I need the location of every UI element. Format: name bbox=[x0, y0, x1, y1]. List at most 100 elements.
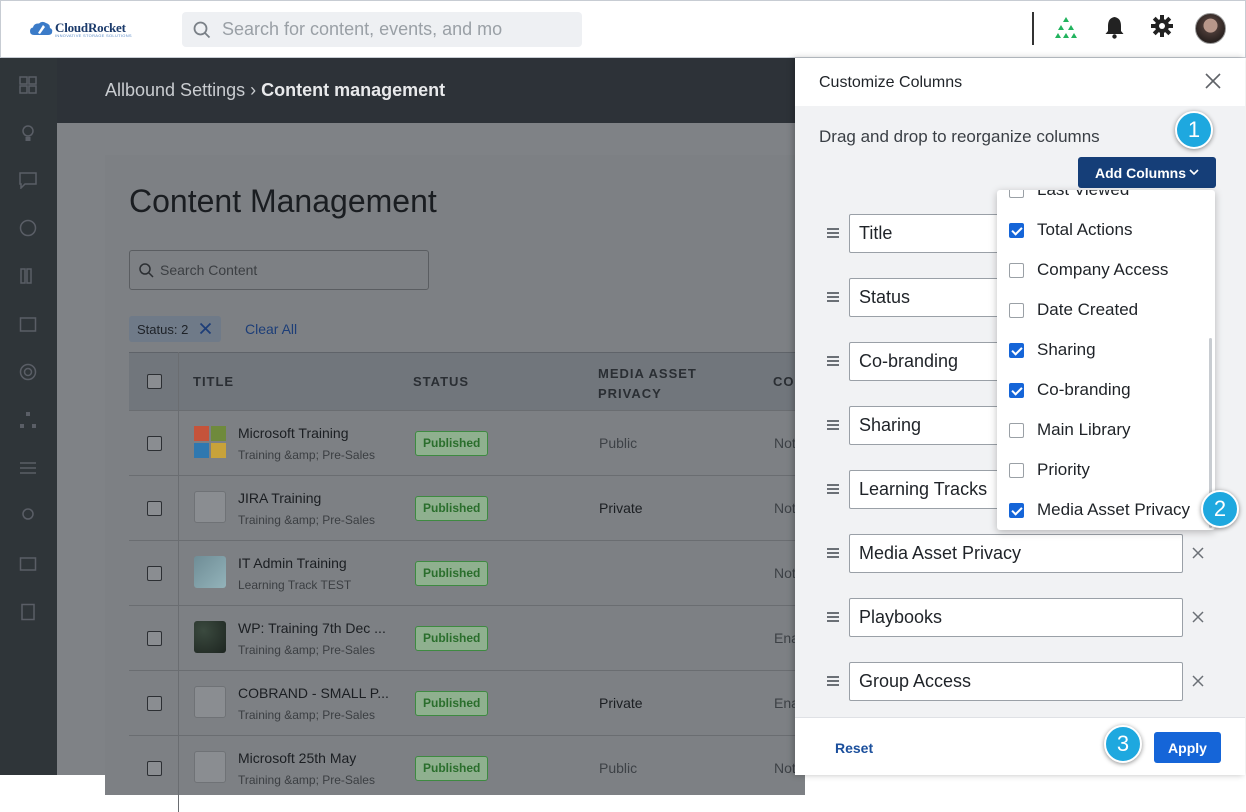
chat-icon[interactable] bbox=[19, 171, 37, 189]
column-header-co[interactable]: CO bbox=[773, 374, 795, 389]
close-icon[interactable] bbox=[199, 322, 212, 335]
drag-handle-icon[interactable] bbox=[827, 548, 839, 558]
cloud-rocket-icon bbox=[30, 21, 53, 35]
reset-button[interactable]: Reset bbox=[835, 740, 873, 756]
dropdown-option[interactable]: Company Access bbox=[997, 250, 1215, 290]
org-chart-icon[interactable] bbox=[1055, 15, 1077, 39]
row-subtitle: Training &amp; Pre-Sales bbox=[238, 708, 375, 722]
co-value: Not bbox=[774, 565, 796, 581]
option-checkbox[interactable] bbox=[1009, 383, 1024, 398]
column-name-field[interactable]: Group Access bbox=[849, 662, 1183, 701]
row-title[interactable]: COBRAND - SMALL P... bbox=[238, 685, 389, 701]
table-row[interactable]: WP: Training 7th Dec ... Training &amp; … bbox=[129, 605, 805, 670]
remove-column-icon[interactable] bbox=[1191, 674, 1205, 688]
dropdown-option[interactable]: Main Library bbox=[997, 410, 1215, 450]
drag-handle-icon[interactable] bbox=[827, 292, 839, 302]
column-name-field[interactable]: Playbooks bbox=[849, 598, 1183, 637]
content-search[interactable] bbox=[129, 250, 429, 290]
option-checkbox[interactable] bbox=[1009, 503, 1024, 518]
remove-column-icon[interactable] bbox=[1191, 610, 1205, 624]
apply-button[interactable]: Apply bbox=[1154, 732, 1221, 763]
dashboard-icon[interactable] bbox=[19, 76, 37, 94]
header-divider bbox=[1032, 12, 1034, 45]
target-icon[interactable] bbox=[19, 363, 37, 381]
privacy-value: Public bbox=[599, 435, 638, 451]
global-search-input[interactable] bbox=[222, 12, 572, 47]
option-checkbox[interactable] bbox=[1009, 263, 1024, 278]
dropdown-option[interactable]: Date Created bbox=[997, 290, 1215, 330]
column-row[interactable]: Group Access bbox=[795, 662, 1245, 702]
inbox-icon[interactable] bbox=[19, 555, 37, 573]
drag-handle-icon[interactable] bbox=[827, 484, 839, 494]
co-value: Not bbox=[774, 500, 796, 516]
column-row[interactable]: Playbooks bbox=[795, 598, 1245, 638]
drag-handle-icon[interactable] bbox=[827, 228, 839, 238]
option-label: Main Library bbox=[1037, 420, 1131, 439]
option-label: Company Access bbox=[1037, 260, 1169, 279]
calendar-icon[interactable] bbox=[19, 315, 37, 333]
table-row[interactable]: JIRA Training Training &amp; Pre-Sales P… bbox=[129, 475, 805, 540]
dropdown-option[interactable]: Sharing bbox=[997, 330, 1215, 370]
list-icon[interactable] bbox=[19, 459, 37, 477]
option-checkbox[interactable] bbox=[1009, 190, 1024, 198]
option-checkbox[interactable] bbox=[1009, 343, 1024, 358]
breadcrumb-separator: › bbox=[250, 80, 257, 100]
column-header-media-asset-privacy[interactable]: MEDIA ASSET PRIVACY bbox=[598, 364, 718, 404]
filter-chip[interactable]: Status: 2 bbox=[129, 316, 221, 342]
row-subtitle: Training &amp; Pre-Sales bbox=[238, 448, 375, 462]
filter-chip-label: Status: 2 bbox=[137, 322, 189, 337]
content-search-input[interactable] bbox=[160, 251, 420, 289]
option-checkbox[interactable] bbox=[1009, 303, 1024, 318]
privacy-value: Public bbox=[599, 760, 638, 776]
location-icon[interactable] bbox=[19, 507, 37, 525]
breadcrumb-parent[interactable]: Allbound Settings bbox=[105, 80, 245, 100]
column-name-field[interactable]: Media Asset Privacy bbox=[849, 534, 1183, 573]
table-row[interactable]: Microsoft 25th May Training &amp; Pre-Sa… bbox=[129, 735, 805, 800]
drag-handle-icon[interactable] bbox=[827, 356, 839, 366]
drag-hint: Drag and drop to reorganize columns bbox=[819, 127, 1100, 146]
close-icon[interactable] bbox=[1204, 72, 1222, 90]
column-header-status[interactable]: STATUS bbox=[413, 374, 469, 389]
global-search[interactable] bbox=[182, 12, 582, 47]
drag-handle-icon[interactable] bbox=[827, 420, 839, 430]
dropdown-option[interactable]: Total Actions bbox=[997, 210, 1215, 250]
row-title[interactable]: WP: Training 7th Dec ... bbox=[238, 620, 386, 636]
cloudrocket-logo[interactable]: CloudRocket INNOVATIVE STORAGE SOLUTIONS bbox=[29, 19, 133, 41]
remove-column-icon[interactable] bbox=[1191, 546, 1205, 560]
bell-icon[interactable] bbox=[1104, 15, 1125, 39]
row-title[interactable]: Microsoft 25th May bbox=[238, 750, 356, 766]
row-title[interactable]: JIRA Training bbox=[238, 490, 321, 506]
library-icon[interactable] bbox=[19, 267, 37, 285]
report-icon[interactable] bbox=[19, 603, 37, 621]
column-header-title[interactable]: TITLE bbox=[193, 374, 234, 389]
clear-all-link[interactable]: Clear All bbox=[245, 321, 297, 337]
drag-handle-icon[interactable] bbox=[827, 676, 839, 686]
option-label: Media Asset Privacy bbox=[1037, 500, 1191, 519]
status-badge: Published bbox=[415, 691, 489, 716]
content-card: Content Management Status: 2 Clear All T… bbox=[105, 155, 805, 812]
dropdown-option[interactable]: Media Asset Privacy bbox=[997, 490, 1215, 530]
hierarchy-icon[interactable] bbox=[19, 411, 37, 429]
row-title[interactable]: Microsoft Training bbox=[238, 425, 348, 441]
table-row[interactable]: IT Admin Training Learning Track TEST Pu… bbox=[129, 540, 805, 605]
checkbox-column-divider bbox=[129, 352, 179, 812]
row-subtitle: Training &amp; Pre-Sales bbox=[238, 773, 375, 787]
option-checkbox[interactable] bbox=[1009, 423, 1024, 438]
gear-icon[interactable] bbox=[1151, 15, 1173, 37]
option-checkbox[interactable] bbox=[1009, 463, 1024, 478]
add-columns-button[interactable]: Add Columns bbox=[1078, 157, 1216, 188]
row-title[interactable]: IT Admin Training bbox=[238, 555, 347, 571]
step-badge-3: 3 bbox=[1104, 725, 1142, 763]
column-row[interactable]: Media Asset Privacy bbox=[795, 534, 1245, 574]
option-checkbox[interactable] bbox=[1009, 223, 1024, 238]
dropdown-option[interactable]: Last Viewed bbox=[997, 190, 1215, 210]
table-row[interactable]: COBRAND - SMALL P... Training &amp; Pre-… bbox=[129, 670, 805, 735]
dropdown-option[interactable]: Priority bbox=[997, 450, 1215, 490]
globe-icon[interactable] bbox=[19, 219, 37, 237]
dropdown-option[interactable]: Co-branding bbox=[997, 370, 1215, 410]
user-avatar[interactable] bbox=[1195, 13, 1226, 44]
lightbulb-icon[interactable] bbox=[19, 124, 37, 142]
table-row[interactable]: Microsoft Training Training &amp; Pre-Sa… bbox=[129, 410, 805, 475]
step-badge-1: 1 bbox=[1175, 111, 1213, 149]
drag-handle-icon[interactable] bbox=[827, 612, 839, 622]
